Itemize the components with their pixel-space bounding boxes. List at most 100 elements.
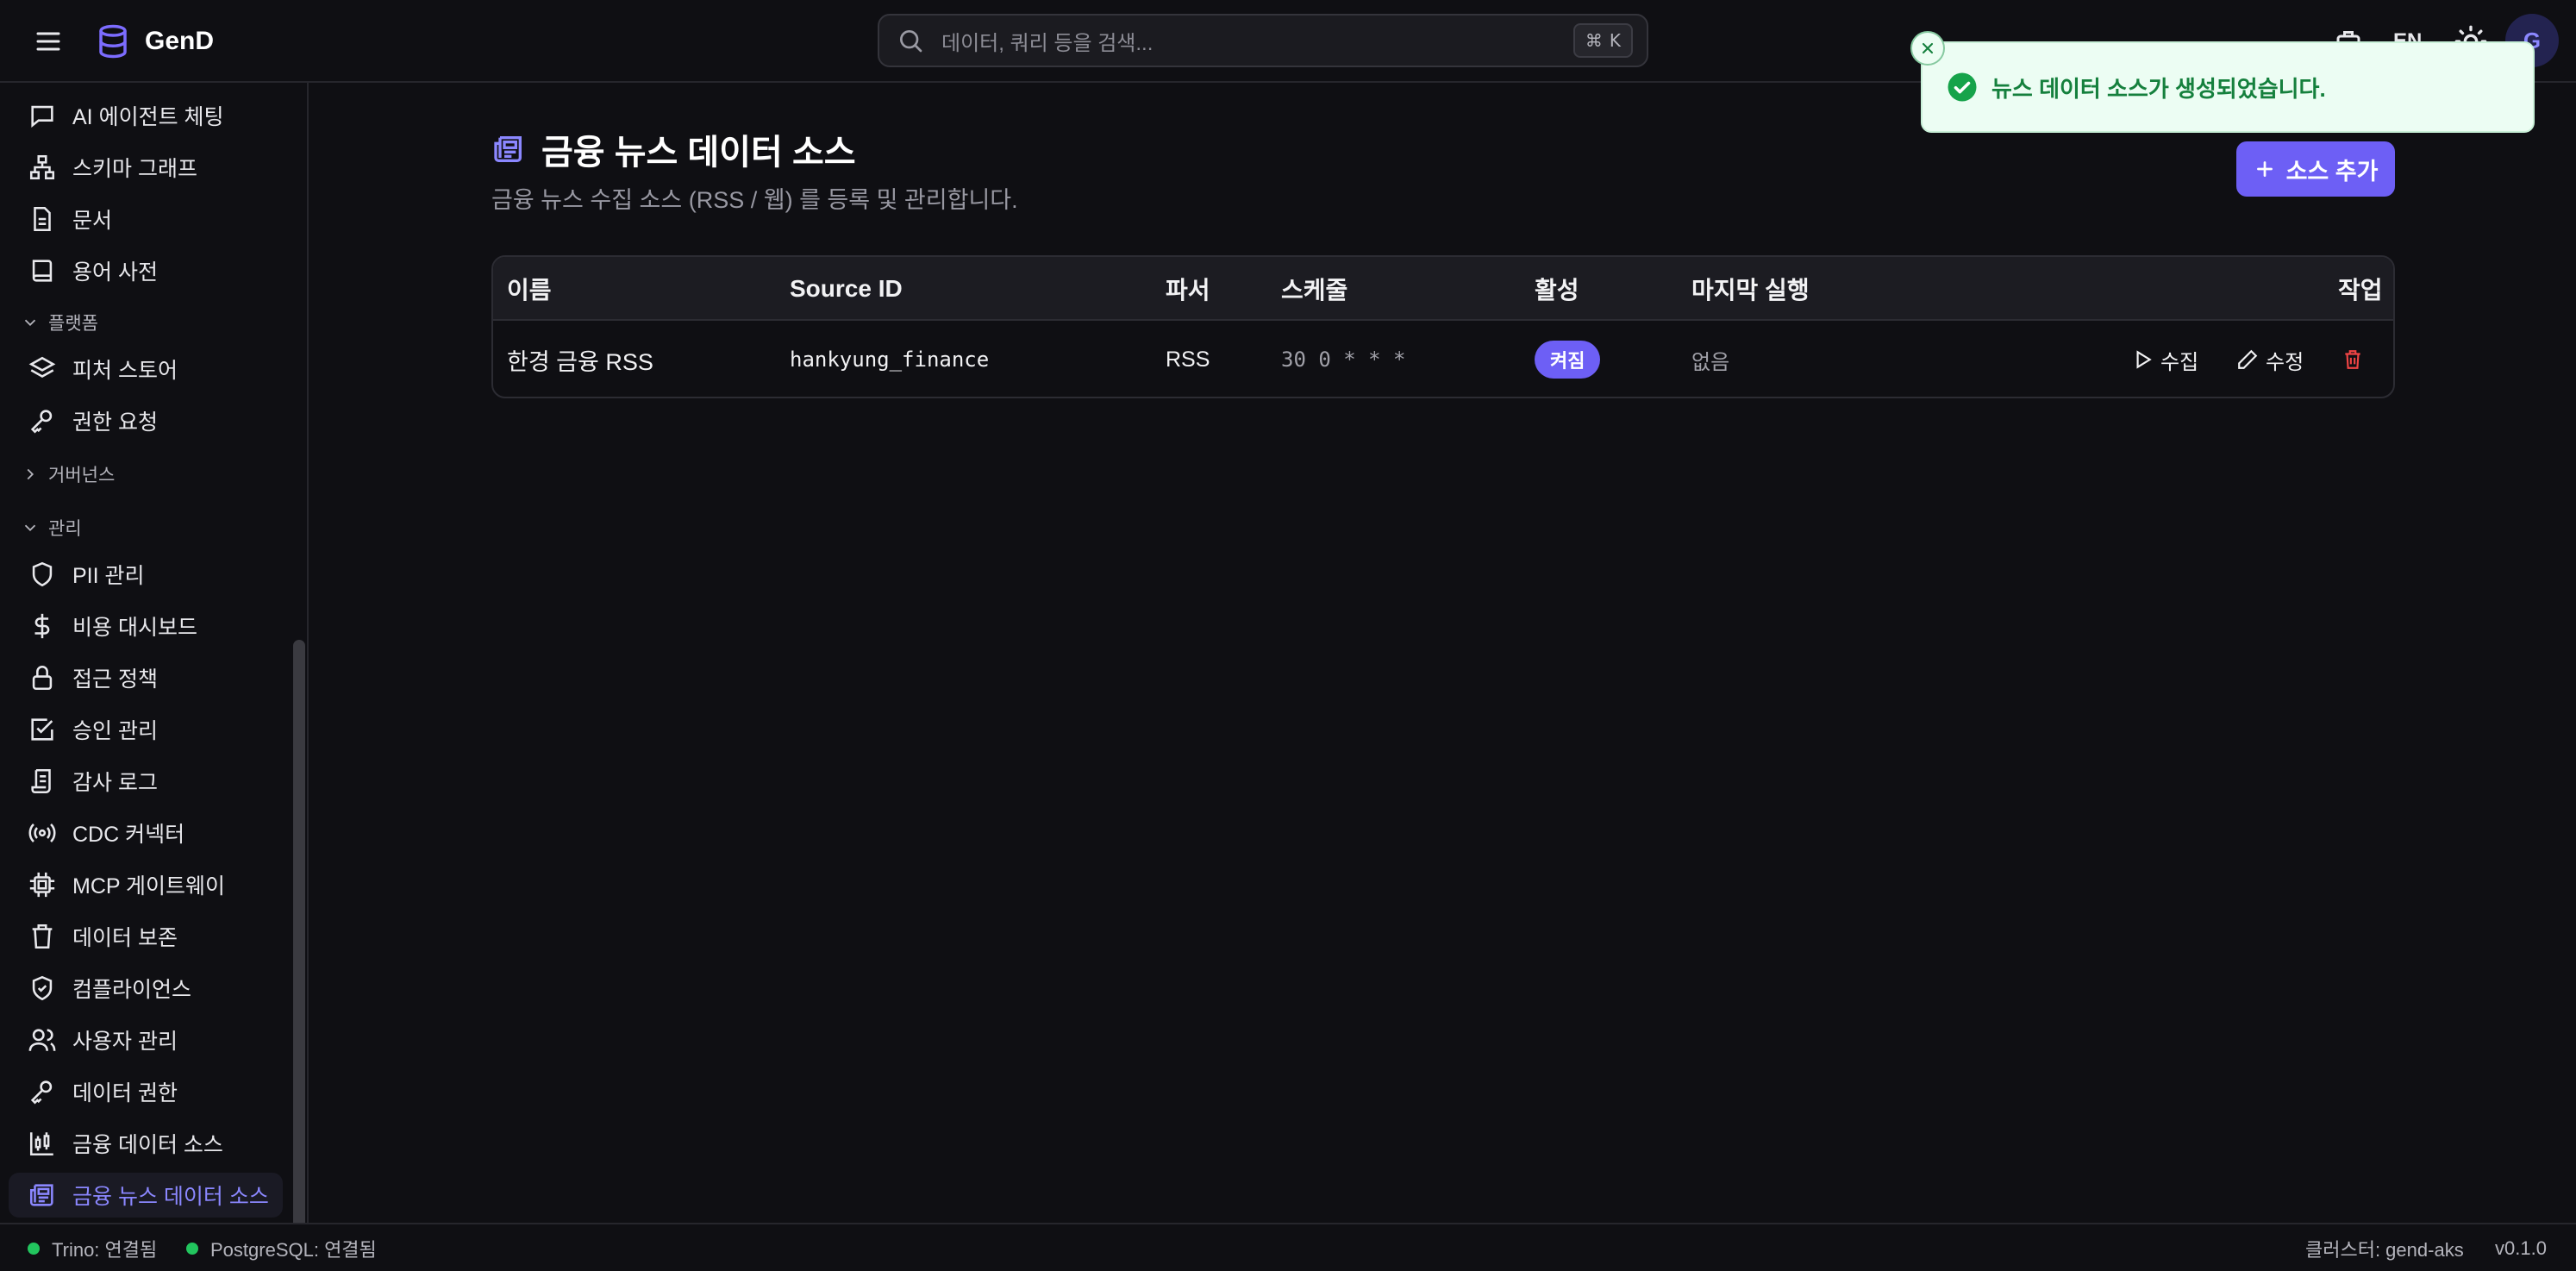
sidebar-item-permission-request[interactable]: 권한 요청	[9, 398, 283, 443]
trash-icon	[2345, 350, 2360, 369]
chevron-down-icon	[24, 319, 36, 327]
collect-button[interactable]: 수집	[2131, 345, 2198, 375]
layers-icon	[28, 356, 56, 378]
brand[interactable]: GenD	[95, 21, 214, 62]
column-header-schedule: 스케줄	[1281, 277, 1348, 304]
chevron-down-icon	[24, 524, 36, 532]
newspaper-icon	[494, 136, 522, 162]
schema-graph-icon	[29, 154, 55, 180]
dollar-icon	[34, 613, 50, 639]
shield-icon	[32, 561, 53, 587]
play-icon	[2136, 350, 2152, 369]
cell-schedule: 30 0 * * *	[1281, 347, 1406, 372]
sidebar-section-platform[interactable]: 플랫폼	[21, 307, 98, 338]
check-square-icon	[31, 718, 53, 741]
cell-actions-delete	[2342, 321, 2364, 397]
sidebar-item-data-retention[interactable]: 데이터 보존	[9, 914, 283, 959]
sidebar: AI 에이전트 체팅 스키마 그래프 문서 용어 사전 플랫폼 피처 스토어 권…	[0, 83, 309, 1271]
delete-button[interactable]	[2342, 348, 2364, 371]
column-header-actions: 작업	[2338, 277, 2383, 304]
sidebar-scrollbar[interactable]	[293, 640, 305, 1271]
cell-actions: 수집	[2131, 321, 2198, 397]
cell-source-id: hankyung_finance	[790, 347, 990, 372]
cell-last-run: 없음	[1691, 350, 1730, 374]
sidebar-item-data-permission[interactable]: 데이터 권한	[9, 1069, 283, 1114]
cluster-name: 클러스터: gend-aks	[2305, 1239, 2464, 1261]
sidebar-item-approvals[interactable]: 승인 관리	[9, 707, 283, 752]
column-header-active: 활성	[1535, 277, 1579, 304]
close-icon	[1922, 42, 1934, 54]
trino-status: Trino: 연결됨	[28, 1224, 157, 1271]
document-icon	[34, 206, 51, 232]
active-badge[interactable]: 켜짐	[1535, 341, 1601, 379]
app-version: v0.1.0	[2495, 1237, 2547, 1259]
add-source-button[interactable]: 소스 추가	[2236, 141, 2395, 197]
status-dot	[28, 1243, 40, 1255]
hamburger-icon	[36, 32, 60, 51]
status-bar: Trino: 연결됨 PostgreSQL: 연결됨 클러스터: gend-ak…	[0, 1223, 2576, 1271]
sidebar-item-finance-news-source[interactable]: 금융 뉴스 데이터 소스	[9, 1173, 283, 1218]
search-bar[interactable]: 데이터, 쿼리 등을 검색... ⌘ K	[878, 14, 1648, 67]
sidebar-item-glossary[interactable]: 용어 사전	[9, 248, 283, 293]
sidebar-section-admin[interactable]: 관리	[21, 512, 82, 543]
book-icon	[32, 260, 53, 282]
sidebar-item-user-management[interactable]: 사용자 관리	[9, 1017, 283, 1062]
scroll-icon	[31, 768, 51, 794]
key-icon	[30, 1080, 53, 1105]
pencil-icon	[2238, 349, 2258, 369]
toast-message: 뉴스 데이터 소스가 생성되었습니다.	[1991, 75, 2326, 102]
database-logo-icon	[99, 24, 127, 59]
postgres-status: PostgreSQL: 연결됨	[186, 1224, 377, 1271]
sidebar-item-cost-dashboard[interactable]: 비용 대시보드	[9, 604, 283, 648]
cell-actions-edit: 수정	[2236, 321, 2304, 397]
toast-close-button[interactable]	[1910, 31, 1945, 66]
sidebar-item-audit-log[interactable]: 감사 로그	[9, 759, 283, 804]
cell-name: 한경 금융 RSS	[507, 348, 653, 375]
sidebar-item-finance-data-source[interactable]: 금융 데이터 소스	[9, 1121, 283, 1166]
sidebar-item-documents[interactable]: 문서	[9, 197, 283, 241]
column-header-source-id: Source ID	[790, 275, 903, 302]
table-header: 이름 Source ID 파서 스케줄 활성 마지막 실행 작업	[493, 257, 2393, 321]
sidebar-item-feature-store[interactable]: 피처 스토어	[9, 347, 283, 391]
newspaper-icon	[29, 1184, 53, 1206]
sidebar-item-pii[interactable]: PII 관리	[9, 552, 283, 597]
column-header-name: 이름	[507, 277, 552, 304]
status-dot	[186, 1243, 198, 1255]
chat-icon	[31, 105, 53, 128]
sidebar-item-access-policy[interactable]: 접근 정책	[9, 655, 283, 700]
search-icon	[900, 30, 922, 53]
sidebar-item-cdc-connector[interactable]: CDC 커넥터	[9, 811, 283, 855]
check-circle-icon	[1948, 72, 1977, 102]
app-name: GenD	[145, 27, 215, 55]
sidebar-item-compliance[interactable]: 컴플라이언스	[9, 966, 283, 1011]
column-header-last-run: 마지막 실행	[1691, 277, 1810, 304]
cpu-icon	[29, 872, 55, 898]
news-sources-table: 이름 Source ID 파서 스케줄 활성 마지막 실행 작업 한경 금융 R…	[491, 255, 2395, 398]
column-header-parser: 파서	[1166, 277, 1210, 304]
search-shortcut: ⌘ K	[1572, 23, 1633, 58]
sidebar-item-ai-agent-chat[interactable]: AI 에이전트 체팅	[9, 93, 283, 138]
page-header: 금융 뉴스 데이터 소스 금융 뉴스 수집 소스 (RSS / 웹) 를 등록 …	[491, 128, 1018, 215]
menu-toggle-button[interactable]	[31, 26, 66, 57]
table-row[interactable]: 한경 금융 RSS hankyung_finance RSS 30 0 * * …	[493, 321, 2393, 397]
page-subtitle: 금융 뉴스 수집 소스 (RSS / 웹) 를 등록 및 관리합니다.	[491, 187, 1018, 213]
edit-button[interactable]: 수정	[2236, 345, 2304, 375]
key-icon	[30, 410, 53, 434]
cell-active: 켜짐	[1535, 321, 1601, 397]
sidebar-section-governance[interactable]: 거버넌스	[21, 459, 115, 490]
cell-parser: RSS	[1166, 347, 1210, 372]
sidebar-item-schema-graph[interactable]: 스키마 그래프	[9, 145, 283, 190]
users-icon	[28, 1029, 56, 1051]
success-toast: 뉴스 데이터 소스가 생성되었습니다.	[1921, 41, 2535, 133]
candlestick-icon	[29, 1132, 53, 1156]
chevron-right-icon	[27, 468, 34, 480]
page-title: 금융 뉴스 데이터 소스	[491, 128, 1018, 172]
trash-icon	[32, 924, 53, 949]
search-placeholder: 데이터, 쿼리 등을 검색...	[941, 31, 1154, 55]
command-key-icon: ⌘	[1585, 30, 1603, 51]
shield-check-icon	[32, 975, 53, 1001]
sidebar-item-mcp-gateway[interactable]: MCP 게이트웨이	[9, 862, 283, 907]
lock-icon	[32, 666, 53, 691]
plus-icon	[2256, 161, 2273, 177]
radio-icon	[28, 823, 56, 842]
